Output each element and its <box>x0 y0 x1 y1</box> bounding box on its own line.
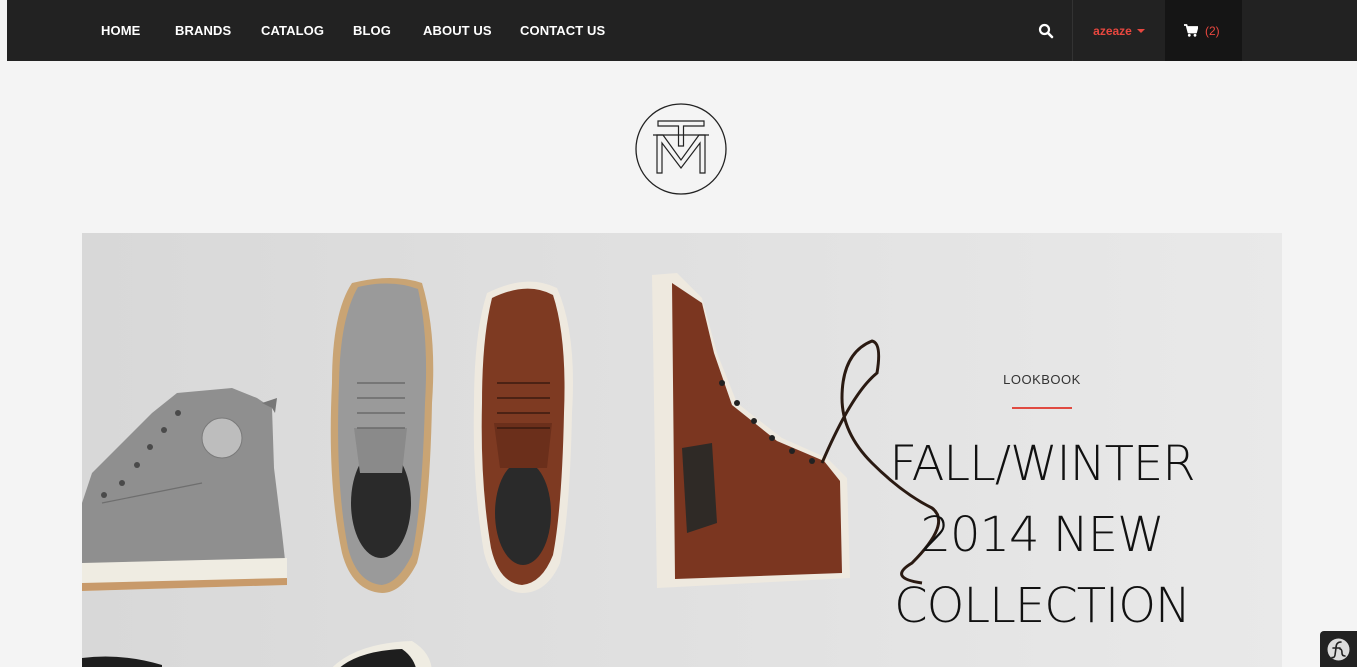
cart-count: (2) <box>1205 24 1220 38</box>
hero-tag: LOOKBOOK <box>1003 372 1081 387</box>
search-icon[interactable] <box>1038 23 1054 39</box>
hero-title-line: FALL/WINTER <box>889 436 1195 492</box>
nav-home[interactable]: HOME <box>101 0 140 61</box>
top-navigation-bar: HOME BRANDS CATALOG BLOG ABOUT US CONTAC… <box>7 0 1357 61</box>
hero-title-line: COLLECTION <box>894 578 1191 634</box>
hero-title: FALL/WINTER 2014 NEW COLLECTION <box>882 429 1202 642</box>
nav-about-us[interactable]: ABOUT US <box>423 0 492 61</box>
hero-banner[interactable]: LOOKBOOK FALL/WINTER 2014 NEW COLLECTION <box>82 233 1282 667</box>
user-name: azeaze <box>1093 24 1132 38</box>
nav-brands[interactable]: BRANDS <box>175 0 231 61</box>
cart-button[interactable]: (2) <box>1165 0 1242 61</box>
symfony-icon <box>1327 638 1350 661</box>
nav-blog[interactable]: BLOG <box>353 0 391 61</box>
user-account-dropdown[interactable]: azeaze <box>1073 0 1165 61</box>
site-logo[interactable] <box>634 102 728 196</box>
hero-divider <box>1012 407 1072 409</box>
symfony-toolbar-toggle[interactable] <box>1320 631 1357 667</box>
nav-contact-us[interactable]: CONTACT US <box>520 0 605 61</box>
nav-catalog[interactable]: CATALOG <box>261 0 324 61</box>
hero-title-line: 2014 NEW <box>920 507 1164 563</box>
caret-down-icon <box>1136 29 1145 33</box>
shopping-cart-icon <box>1184 24 1198 37</box>
